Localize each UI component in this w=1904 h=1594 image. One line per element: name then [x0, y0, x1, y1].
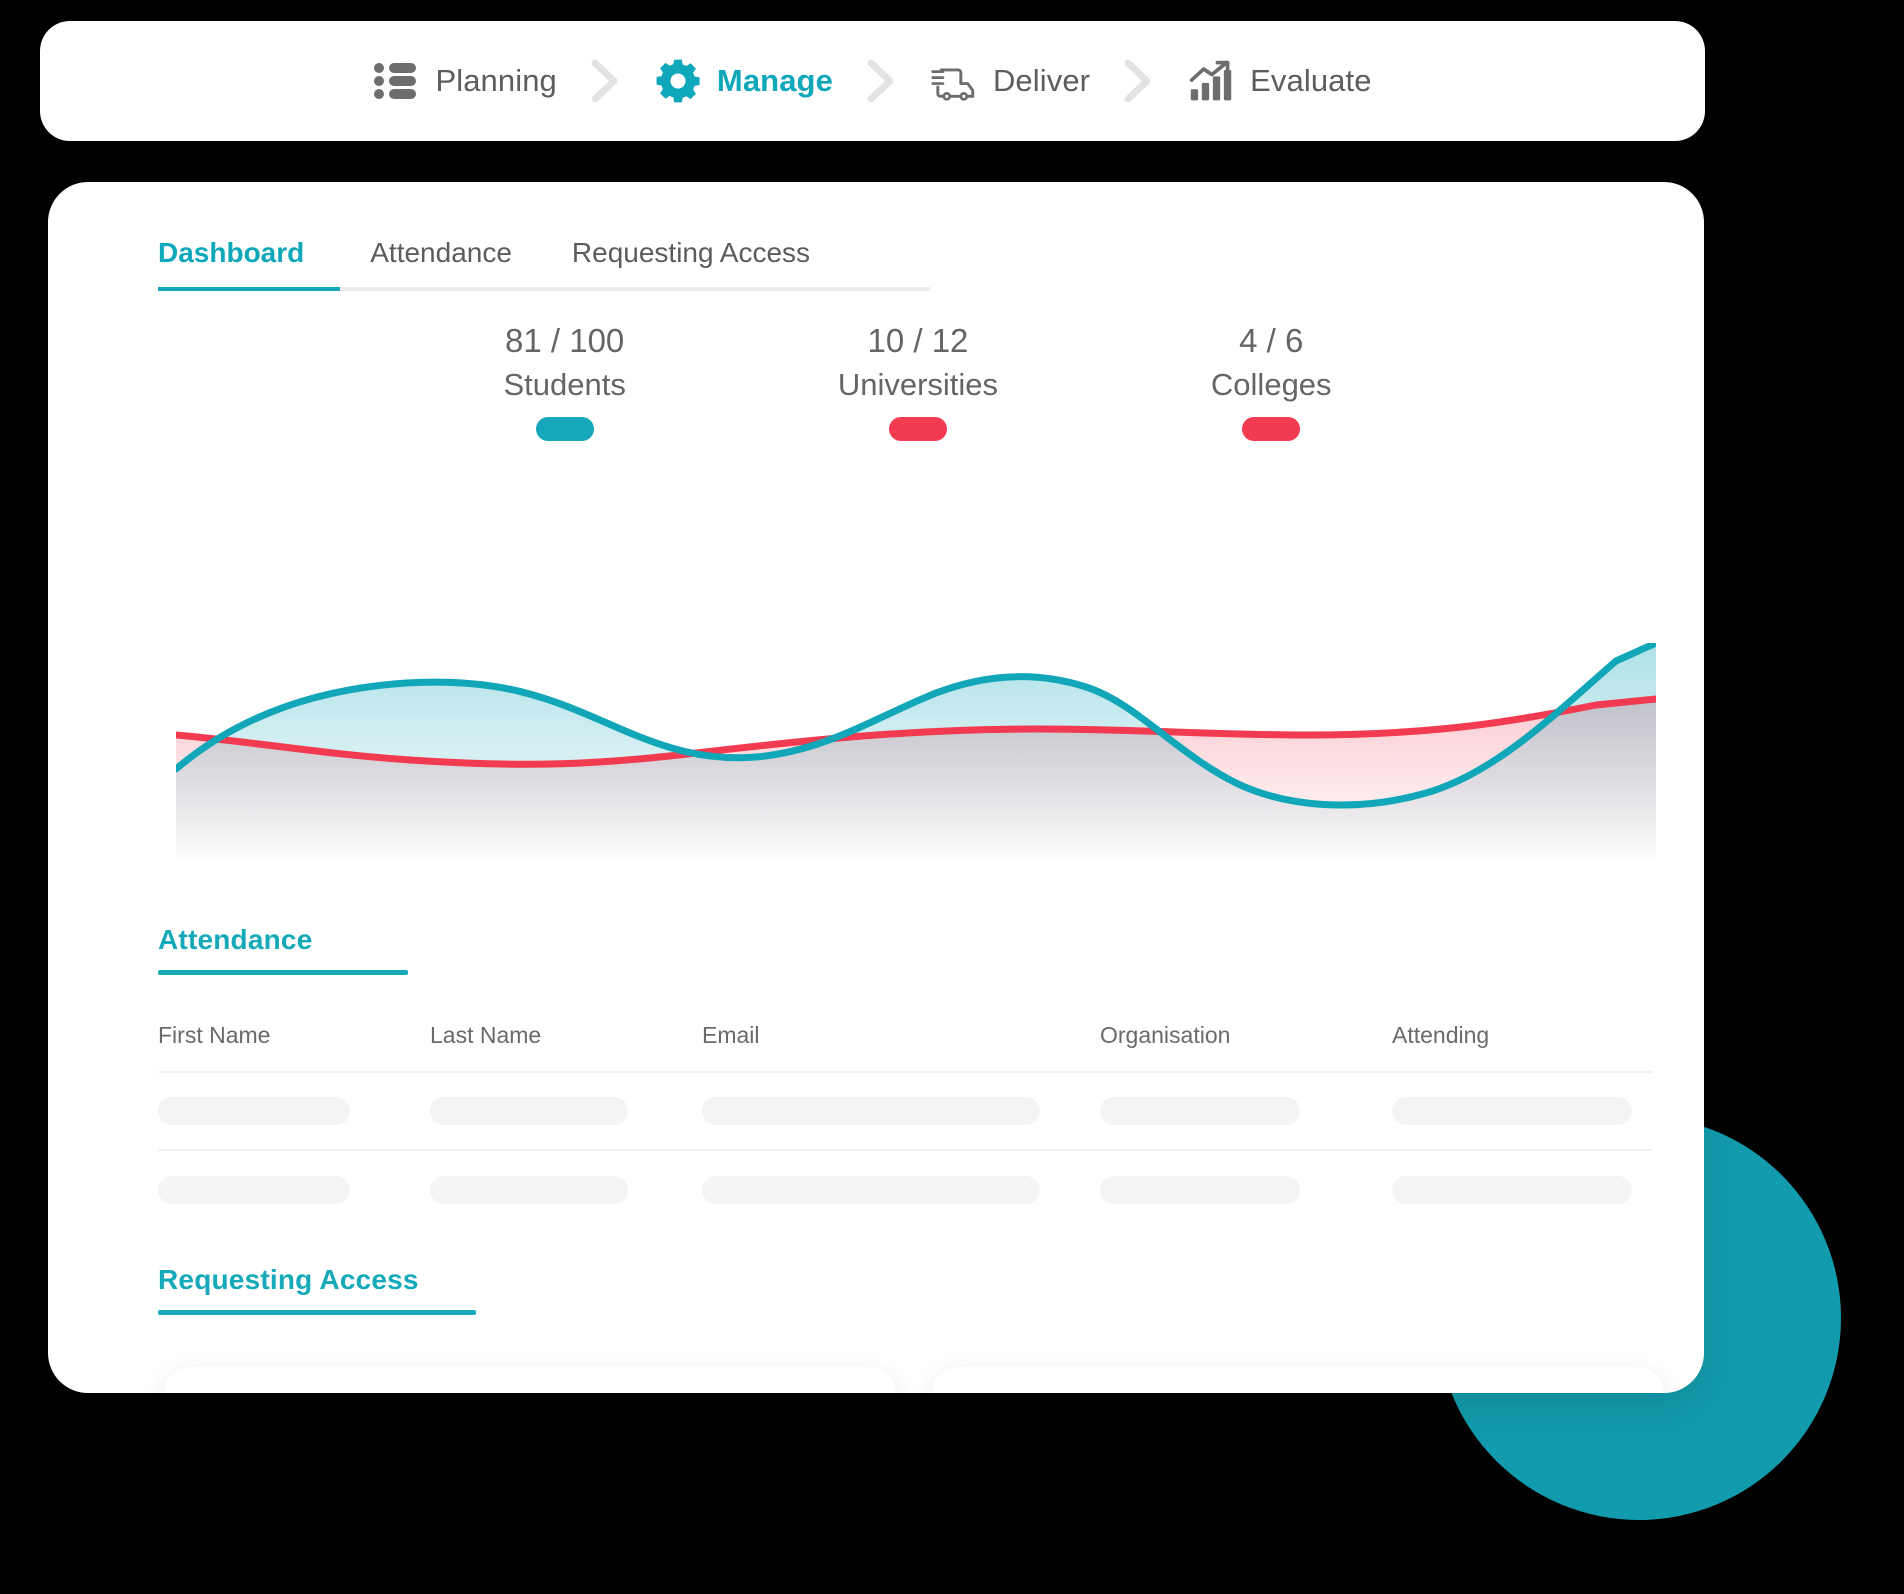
step-evaluate[interactable]: Evaluate — [1184, 58, 1375, 104]
truck-icon — [931, 58, 977, 104]
attendance-heading-underline — [158, 970, 408, 975]
step-planning-label: Planning — [435, 63, 557, 98]
chevron-right-icon — [837, 58, 927, 104]
skeleton-bar — [1100, 1097, 1300, 1125]
skeleton-bar — [702, 1176, 1040, 1204]
stat-colleges: 4 / 6 Colleges — [1095, 319, 1448, 446]
stat-universities-value: 10 / 12 — [867, 322, 969, 359]
stat-students-pill — [535, 416, 594, 441]
cell-attending — [1392, 1176, 1652, 1204]
attendance-trend-chart — [176, 643, 1656, 865]
step-manage-label: Manage — [716, 63, 833, 98]
dashboard-panel: Dashboard Attendance Requesting Access 8… — [48, 182, 1704, 1393]
column-header-attending: Attending — [1392, 1022, 1490, 1048]
attendance-heading-label: Attendance — [158, 924, 313, 955]
step-deliver-label: Deliver — [992, 63, 1091, 98]
tab-requesting-access[interactable]: Requesting Access — [542, 237, 840, 287]
list-icon — [373, 58, 419, 104]
cell-first-name — [158, 1097, 430, 1125]
cell-organisation — [1100, 1097, 1392, 1125]
requesting-access-card-list: Carlos Ramirez Coventry University Acces… — [164, 1367, 1664, 1393]
tab-attendance-label: Attendance — [370, 237, 512, 268]
requesting-access-heading-underline — [158, 1310, 476, 1315]
tab-dashboard-label: Dashboard — [158, 237, 305, 268]
request-card-placeholder[interactable]: Grant Access — [932, 1367, 1664, 1393]
column-header-last-name: Last Name — [430, 1022, 542, 1048]
stat-universities-label: Universities — [837, 366, 999, 402]
panel-tabs: Dashboard Attendance Requesting Access — [158, 237, 930, 291]
summary-stats: 81 / 100 Students 10 / 12 Universities 4… — [388, 319, 1448, 446]
skeleton-bar — [1100, 1176, 1300, 1204]
chevron-right-icon — [1094, 58, 1184, 104]
requesting-access-section-heading: Requesting Access — [158, 1264, 476, 1315]
step-planning[interactable]: Planning — [369, 58, 560, 104]
attendance-section-heading: Attendance — [158, 924, 408, 975]
column-header-first-name: First Name — [158, 1022, 271, 1048]
stat-colleges-value: 4 / 6 — [1239, 322, 1304, 359]
chart-svg — [176, 643, 1656, 865]
stat-students-label: Students — [503, 366, 626, 402]
skeleton-bar — [702, 1097, 1040, 1125]
skeleton-bar — [430, 1097, 628, 1125]
process-stepper-bar: Planning Manage Deliver Evaluate — [40, 21, 1705, 141]
column-header-organisation: Organisation — [1100, 1022, 1231, 1048]
cell-email — [702, 1176, 1100, 1204]
skeleton-bar — [1392, 1097, 1632, 1125]
cell-last-name — [430, 1097, 702, 1125]
gear-icon — [655, 58, 701, 104]
attendance-table: First Name Last Name Email Organisation … — [158, 1022, 1652, 1229]
stat-universities: 10 / 12 Universities — [741, 319, 1094, 446]
skeleton-bar — [158, 1176, 350, 1204]
step-deliver[interactable]: Deliver — [927, 58, 1094, 104]
screen-root: Planning Manage Deliver Evaluate Dashboa… — [0, 0, 1904, 1594]
table-row[interactable] — [158, 1073, 1652, 1151]
table-header-row: First Name Last Name Email Organisation … — [158, 1022, 1652, 1073]
stat-students-value: 81 / 100 — [505, 322, 625, 359]
stat-students: 81 / 100 Students — [388, 319, 741, 446]
skeleton-bar — [158, 1097, 350, 1125]
tab-attendance[interactable]: Attendance — [340, 237, 542, 287]
chevron-right-icon — [561, 58, 651, 104]
bar-chart-icon — [1188, 58, 1234, 104]
skeleton-bar — [1392, 1176, 1632, 1204]
tab-dashboard[interactable]: Dashboard — [158, 237, 341, 291]
step-evaluate-label: Evaluate — [1250, 63, 1372, 98]
cell-attending — [1392, 1097, 1652, 1125]
requesting-access-heading-label: Requesting Access — [158, 1264, 419, 1295]
cell-organisation — [1100, 1176, 1392, 1204]
stat-universities-pill — [888, 416, 947, 441]
stat-colleges-label: Colleges — [1210, 366, 1332, 402]
request-card-carlos-ramirez[interactable]: Carlos Ramirez Coventry University Acces… — [164, 1367, 896, 1393]
cell-last-name — [430, 1176, 702, 1204]
cell-email — [702, 1097, 1100, 1125]
stat-colleges-pill — [1242, 416, 1301, 441]
cell-first-name — [158, 1176, 430, 1204]
table-row[interactable] — [158, 1151, 1652, 1229]
step-manage[interactable]: Manage — [651, 58, 837, 104]
skeleton-bar — [430, 1176, 628, 1204]
tab-requesting-access-label: Requesting Access — [571, 237, 811, 268]
column-header-email: Email — [702, 1022, 760, 1048]
